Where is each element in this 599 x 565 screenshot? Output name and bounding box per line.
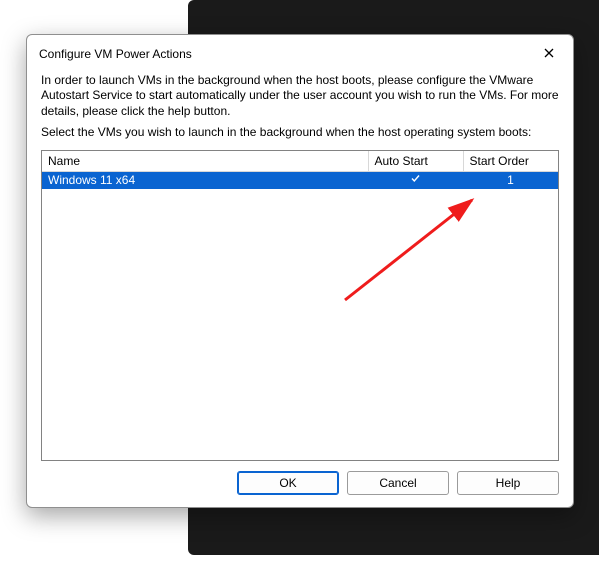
dialog-body: In order to launch VMs in the background… xyxy=(27,71,573,461)
checkmark-icon xyxy=(410,173,421,184)
titlebar: Configure VM Power Actions xyxy=(27,35,573,71)
close-button[interactable] xyxy=(535,43,563,65)
vm-name-cell: Windows 11 x64 xyxy=(42,172,368,190)
ok-button-label: OK xyxy=(279,476,296,490)
help-button-label: Help xyxy=(496,476,521,490)
cancel-button[interactable]: Cancel xyxy=(347,471,449,495)
vm-autostart-cell[interactable] xyxy=(368,172,463,190)
vm-list-header-row: Name Auto Start Start Order xyxy=(42,151,558,172)
instructions-primary: In order to launch VMs in the background… xyxy=(41,73,559,119)
ok-button[interactable]: OK xyxy=(237,471,339,495)
dialog-footer: OK Cancel Help xyxy=(27,461,573,507)
help-button[interactable]: Help xyxy=(457,471,559,495)
vm-startorder-cell: 1 xyxy=(463,172,558,190)
vm-list-table: Name Auto Start Start Order Windows 11 x… xyxy=(42,151,558,189)
configure-vm-power-actions-dialog: Configure VM Power Actions In order to l… xyxy=(26,34,574,508)
instructions-secondary: Select the VMs you wish to launch in the… xyxy=(41,125,559,140)
table-row[interactable]: Windows 11 x64 1 xyxy=(42,172,558,190)
column-header-autostart[interactable]: Auto Start xyxy=(368,151,463,172)
cancel-button-label: Cancel xyxy=(379,476,416,490)
column-header-startorder[interactable]: Start Order xyxy=(463,151,558,172)
dialog-title: Configure VM Power Actions xyxy=(39,47,192,61)
vm-list-frame: Name Auto Start Start Order Windows 11 x… xyxy=(41,150,559,461)
close-icon xyxy=(544,47,554,61)
page-backdrop: Configure VM Power Actions In order to l… xyxy=(0,0,599,565)
column-header-name[interactable]: Name xyxy=(42,151,368,172)
